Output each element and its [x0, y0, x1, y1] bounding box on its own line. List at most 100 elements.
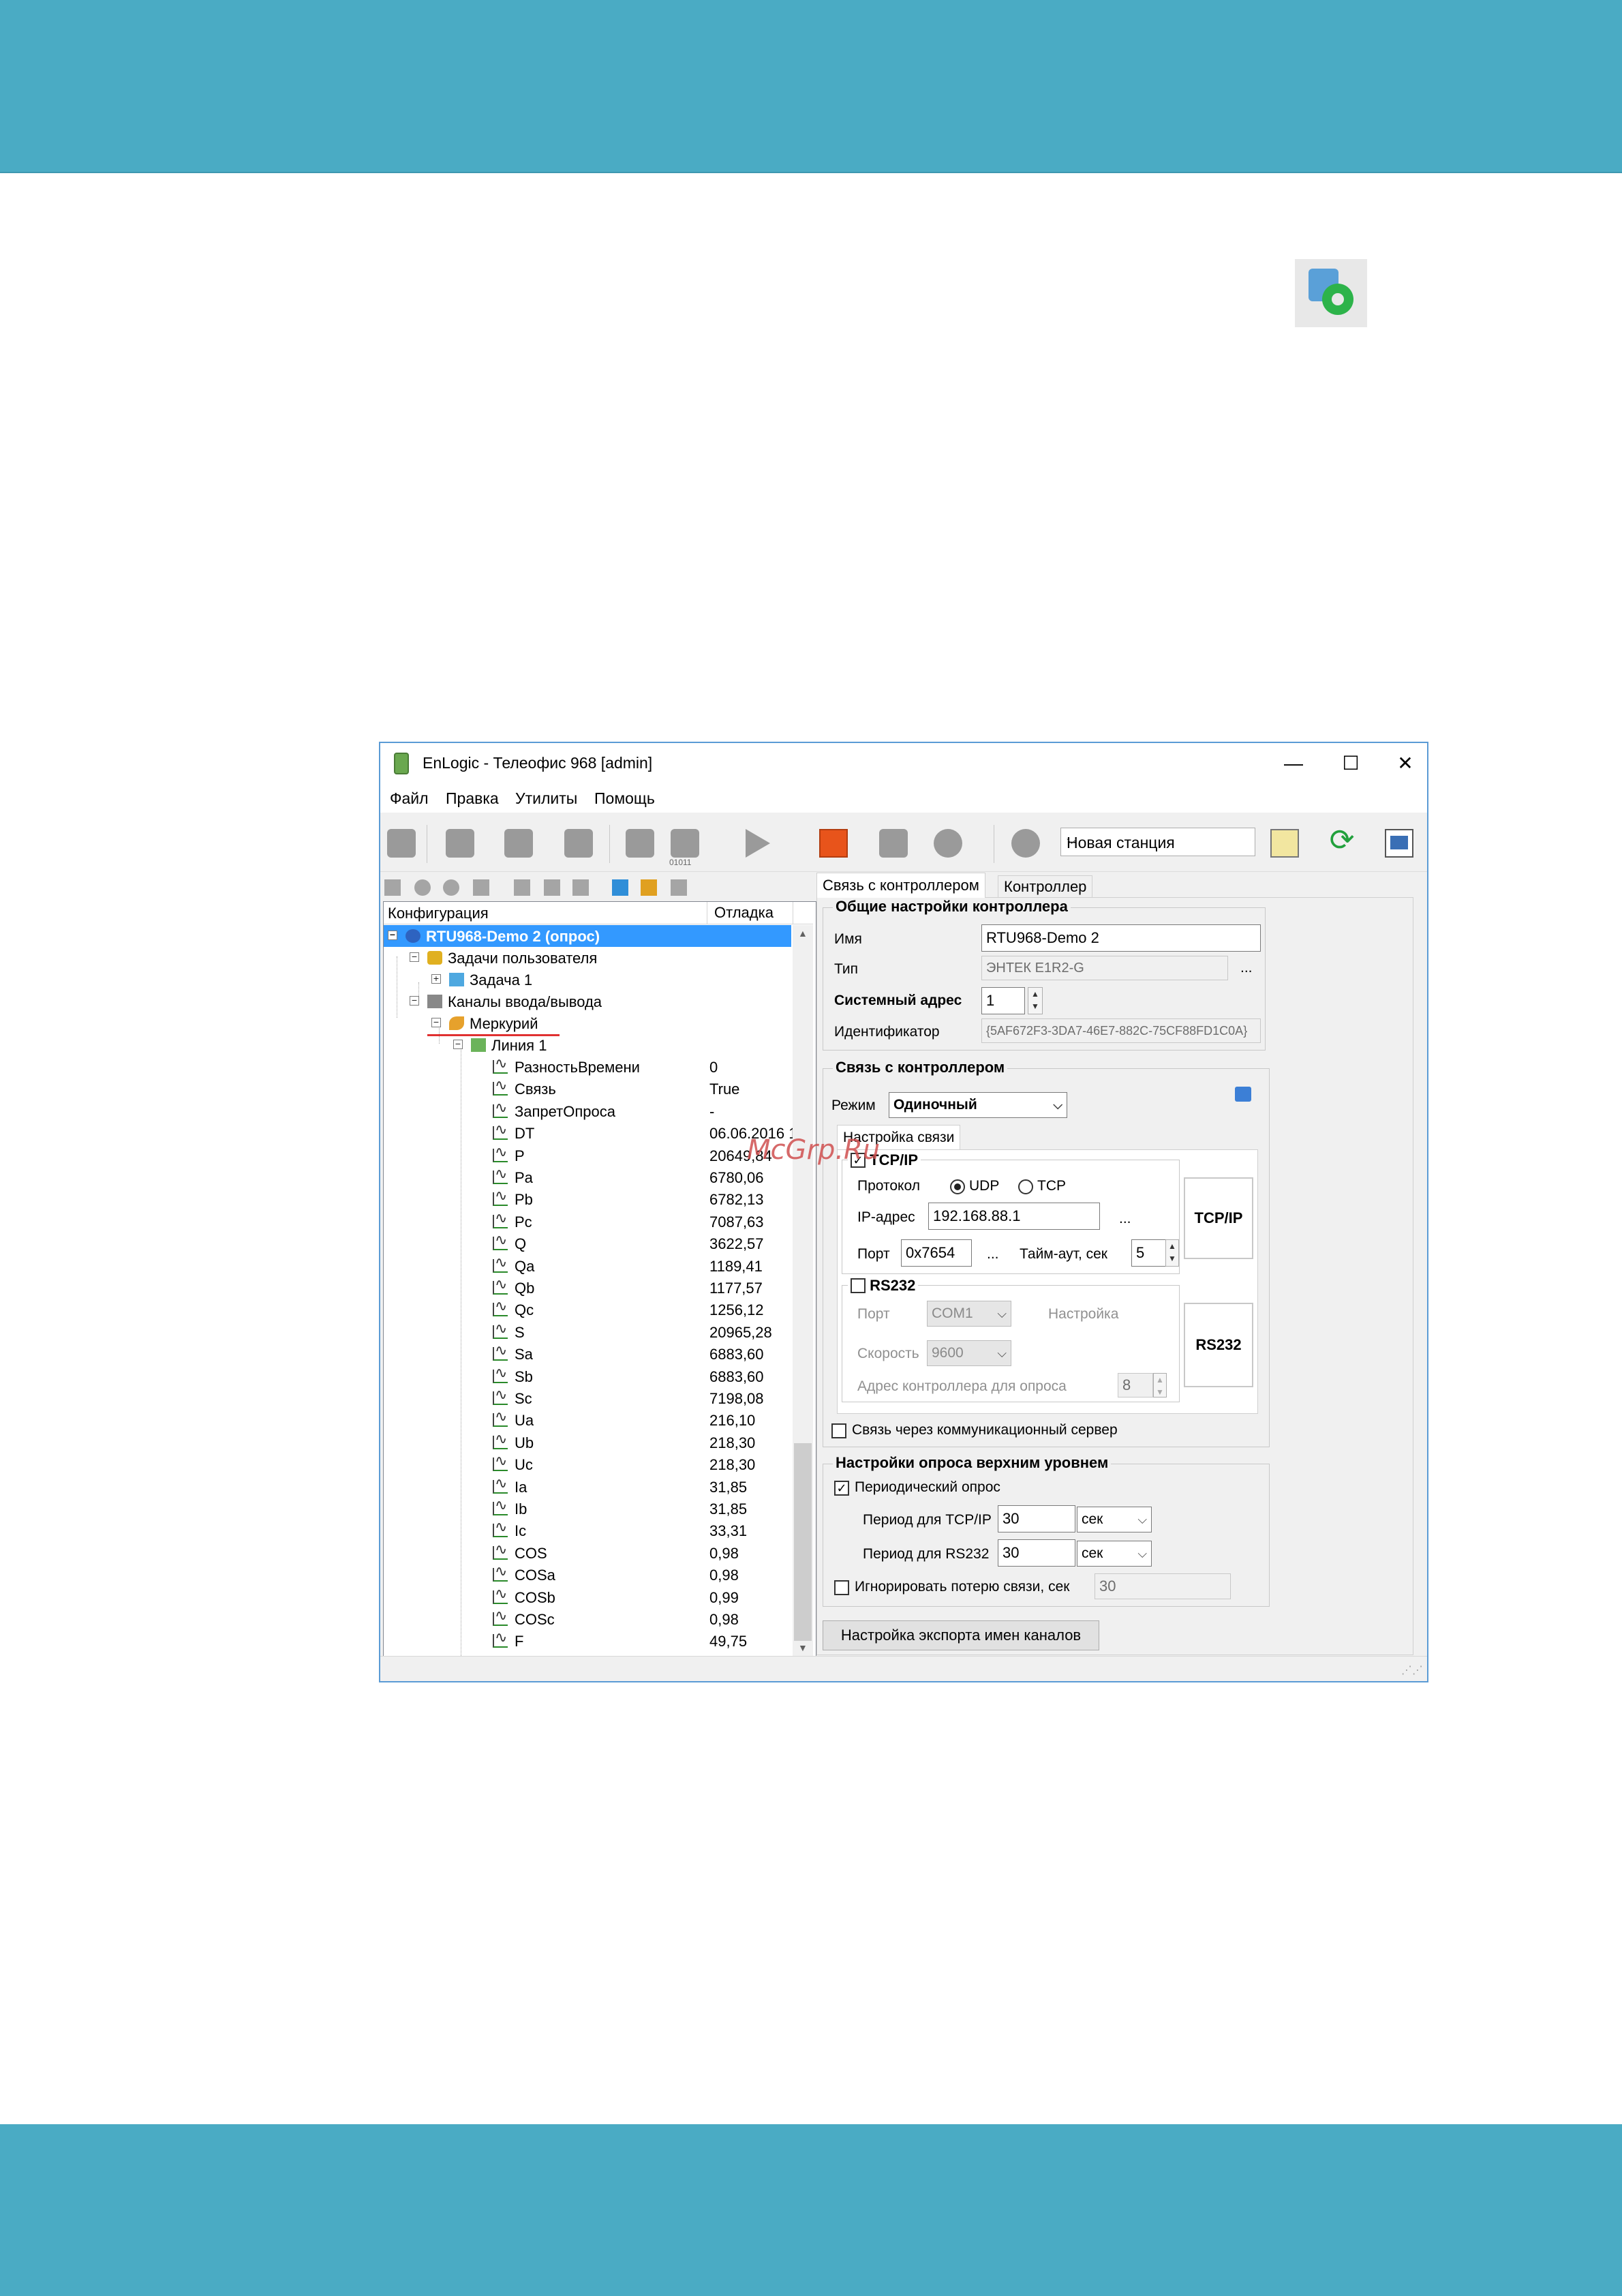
- channel-row[interactable]: Uc 218,30: [384, 1452, 791, 1475]
- col-debug-header[interactable]: Отладка: [707, 902, 774, 924]
- timeout-field[interactable]: 5: [1131, 1239, 1167, 1267]
- channel-row[interactable]: Qc 1256,12: [384, 1297, 791, 1320]
- menu-file[interactable]: Файл: [390, 789, 429, 808]
- debug-icon[interactable]: [934, 829, 962, 858]
- channel-row[interactable]: Qb 1177,57: [384, 1275, 791, 1299]
- channel-row[interactable]: РазностьВремени 0: [384, 1055, 791, 1078]
- channel-row[interactable]: COSb 0,99: [384, 1585, 791, 1608]
- tree-scrollbar[interactable]: ▲ ▼: [793, 925, 813, 1657]
- name-field[interactable]: RTU968-Demo 2: [981, 924, 1261, 952]
- channel-row[interactable]: Sc 7198,08: [384, 1386, 791, 1409]
- channel-row[interactable]: F 49,75: [384, 1629, 791, 1652]
- copy-icon[interactable]: [504, 829, 533, 858]
- report-icon[interactable]: [1270, 829, 1299, 858]
- menu-utilities[interactable]: Утилиты: [515, 789, 577, 808]
- channel-row[interactable]: Sa 6883,60: [384, 1342, 791, 1365]
- tab-connection[interactable]: Связь с контроллером: [816, 873, 985, 898]
- port-browse-button[interactable]: ...: [987, 1246, 999, 1263]
- channel-row[interactable]: Связь True: [384, 1076, 791, 1100]
- mode-select[interactable]: Одиночный ⌵: [889, 1092, 1067, 1118]
- channel-row[interactable]: ЗапретОпроса -: [384, 1099, 791, 1122]
- channel-row[interactable]: P20649,84: [384, 1143, 791, 1166]
- undo-icon[interactable]: [641, 879, 657, 896]
- scroll-thumb[interactable]: [794, 1443, 812, 1641]
- channel-row[interactable]: Q 3622,57: [384, 1231, 791, 1254]
- timeout-stepper[interactable]: ▲ ▼: [1165, 1239, 1179, 1267]
- import-icon[interactable]: [612, 879, 628, 896]
- delete-node-icon[interactable]: [544, 879, 560, 896]
- comm-server-checkbox[interactable]: [831, 1423, 846, 1438]
- tree-row[interactable]: − Линия 1: [384, 1034, 791, 1056]
- channel-row[interactable]: COSc 0,98: [384, 1607, 791, 1630]
- menu-edit[interactable]: Правка: [446, 789, 499, 808]
- channel-row[interactable]: Sb 6883,60: [384, 1364, 791, 1387]
- cut-node-icon[interactable]: [514, 879, 530, 896]
- paste-icon[interactable]: [564, 829, 593, 858]
- udp-radio[interactable]: [950, 1179, 965, 1194]
- add-item-icon[interactable]: [443, 879, 459, 896]
- channel-row[interactable]: Ib 31,85: [384, 1496, 791, 1520]
- tree-row[interactable]: − Меркурий: [384, 1012, 791, 1034]
- channel-row[interactable]: Ic 33,31: [384, 1518, 791, 1541]
- cut-icon[interactable]: [446, 829, 474, 858]
- gear-icon[interactable]: [1011, 829, 1040, 858]
- shield-icon[interactable]: [572, 879, 589, 896]
- channel-row[interactable]: Qa 1189,41: [384, 1254, 791, 1277]
- ip-field[interactable]: 192.168.88.1: [928, 1203, 1100, 1230]
- channel-row[interactable]: COS 0,98: [384, 1541, 791, 1564]
- minimize-button[interactable]: —: [1273, 750, 1314, 777]
- channel-row[interactable]: Ia 31,85: [384, 1475, 791, 1498]
- ip-browse-button[interactable]: ...: [1119, 1211, 1131, 1227]
- list-icon[interactable]: [626, 829, 654, 858]
- module-icon[interactable]: [879, 829, 908, 858]
- close-button[interactable]: ✕: [1385, 750, 1426, 777]
- sync-icon[interactable]: ⟳: [1328, 826, 1356, 856]
- stop-icon[interactable]: [819, 829, 848, 858]
- channel-row[interactable]: Ua 216,10: [384, 1408, 791, 1431]
- channel-row[interactable]: Pa 6780,06: [384, 1165, 791, 1188]
- channel-row[interactable]: Pc 7087,63: [384, 1209, 791, 1233]
- tree-row[interactable]: + Задача 1: [384, 969, 791, 991]
- remove-icon[interactable]: [671, 879, 687, 896]
- channel-row[interactable]: COSa 0,98: [384, 1562, 791, 1586]
- maximize-button[interactable]: ☐: [1330, 750, 1371, 777]
- rs232-button[interactable]: RS232: [1184, 1303, 1253, 1387]
- tcp-unit-select[interactable]: сек ⌵: [1077, 1507, 1152, 1532]
- scroll-up-icon[interactable]: ▲: [798, 928, 808, 939]
- rs-port-select: COM1 ⌵: [927, 1301, 1011, 1327]
- resize-grip-icon[interactable]: ⋰⋰: [1401, 1663, 1423, 1677]
- rs-unit-select[interactable]: сек ⌵: [1077, 1541, 1152, 1567]
- tcp-radio[interactable]: [1018, 1179, 1033, 1194]
- tab-controller[interactable]: Контроллер: [998, 875, 1093, 898]
- add-group-icon[interactable]: [414, 879, 431, 896]
- channel-row[interactable]: S 20965,28: [384, 1320, 791, 1343]
- tcpip-button[interactable]: TCP/IP: [1184, 1177, 1253, 1259]
- ignore-loss-checkbox[interactable]: [834, 1580, 849, 1595]
- run-icon[interactable]: [746, 829, 770, 858]
- add-channel-icon[interactable]: [473, 879, 489, 896]
- tree-row[interactable]: − RTU968-Demo 2 (опрос): [384, 925, 791, 947]
- rs-period-field[interactable]: 30: [998, 1539, 1075, 1567]
- download-icon[interactable]: [671, 829, 699, 858]
- port-field[interactable]: 0x7654: [901, 1239, 972, 1267]
- channel-row[interactable]: DT06.06.2016 11: [384, 1121, 804, 1144]
- document-icon[interactable]: [1385, 829, 1413, 858]
- channel-row[interactable]: Ub 218,30: [384, 1430, 791, 1453]
- menu-help[interactable]: Помощь: [594, 789, 655, 808]
- tcp-period-field[interactable]: 30: [998, 1505, 1075, 1532]
- system-address-field[interactable]: 1: [981, 987, 1025, 1014]
- rs232-checkbox[interactable]: [851, 1278, 866, 1294]
- tree-row[interactable]: − Задачи пользователя: [384, 947, 791, 969]
- col-config-header[interactable]: Конфигурация: [388, 905, 489, 922]
- export-names-button[interactable]: Настройка экспорта имен каналов: [823, 1620, 1099, 1650]
- type-browse-button[interactable]: ...: [1240, 960, 1253, 976]
- save-icon[interactable]: [387, 829, 416, 858]
- link-icon[interactable]: [1235, 1087, 1251, 1102]
- periodic-checkbox[interactable]: ✓: [834, 1481, 849, 1496]
- address-stepper[interactable]: ▲ ▼: [1028, 987, 1043, 1014]
- station-select[interactable]: Новая станция ⌵: [1060, 828, 1255, 856]
- tree-row[interactable]: − Каналы ввода/вывода: [384, 991, 791, 1012]
- add-icon[interactable]: [384, 879, 401, 896]
- scroll-down-icon[interactable]: ▼: [798, 1642, 808, 1653]
- channel-row[interactable]: Pb 6782,13: [384, 1187, 791, 1210]
